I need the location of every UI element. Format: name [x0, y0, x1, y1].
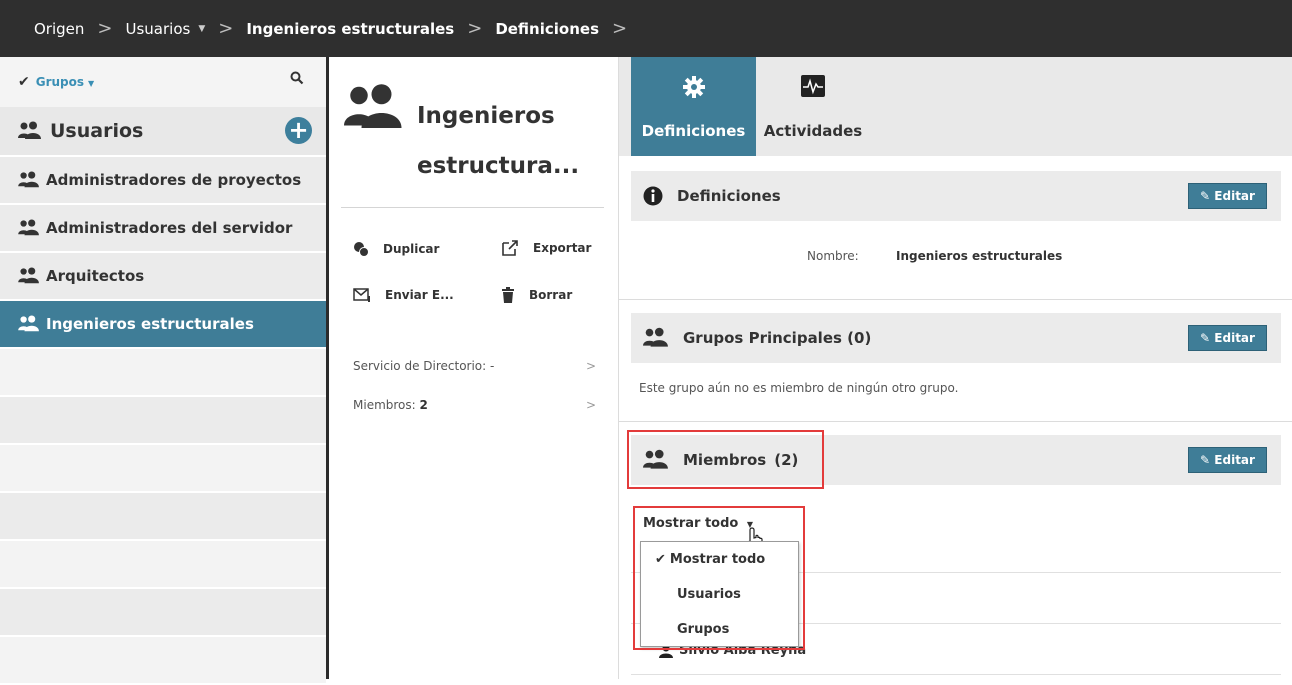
- users-group-icon: [643, 327, 668, 347]
- search-icon[interactable]: [290, 71, 304, 85]
- duplicate-label: Duplicar: [383, 242, 440, 256]
- list-empty-row: [0, 637, 326, 685]
- delete-button[interactable]: Borrar: [501, 287, 572, 303]
- highlight-members-header: [627, 430, 824, 489]
- sidebar-title: Usuarios: [50, 120, 144, 142]
- breadcrumb: Origen > Usuarios ▼ > Ingenieros estruct…: [0, 0, 1292, 57]
- list-empty-row: [0, 541, 326, 589]
- divider: [619, 299, 1292, 300]
- members-row[interactable]: Miembros: 2 >: [353, 398, 596, 412]
- breadcrumb-usuarios[interactable]: Usuarios: [126, 20, 191, 38]
- tab-label: Definiciones: [641, 122, 746, 140]
- duplicate-button[interactable]: Duplicar: [353, 241, 439, 257]
- tab-bar: Definiciones Actividades: [619, 57, 1292, 156]
- members-label: Miembros:: [353, 398, 416, 412]
- section-header: Definiciones ✎ Editar: [631, 171, 1281, 221]
- parent-groups-message: Este grupo aún no es miembro de ningún o…: [639, 381, 959, 395]
- divider: [631, 674, 1281, 675]
- group-title: Ingenieros: [417, 103, 555, 129]
- list-empty-row: [0, 349, 326, 397]
- users-group-icon: [18, 219, 39, 236]
- add-group-button[interactable]: +: [285, 117, 312, 144]
- parent-groups-section: Grupos Principales (0) ✎ Editar: [631, 313, 1281, 363]
- breadcrumb-separator: >: [467, 18, 483, 39]
- sidebar-item-label: Administradores del servidor: [46, 219, 293, 237]
- export-icon: [502, 240, 518, 256]
- trash-icon: [502, 287, 514, 303]
- export-button[interactable]: Exportar: [501, 239, 591, 257]
- section-title: Definiciones: [677, 187, 781, 205]
- group-list: Administradores de proyectos Administrad…: [0, 157, 326, 685]
- delete-label: Borrar: [529, 288, 573, 302]
- members-count: 2: [419, 398, 428, 412]
- checkmark-icon: ✔: [18, 74, 30, 90]
- list-empty-row: [0, 445, 326, 493]
- edit-definitions-button[interactable]: ✎ Editar: [1188, 183, 1267, 209]
- pencil-icon: ✎: [1200, 331, 1211, 345]
- users-group-icon: [344, 84, 402, 128]
- list-empty-row: [0, 589, 326, 637]
- send-email-button[interactable]: Enviar E...: [353, 287, 454, 303]
- info-icon: [643, 186, 663, 206]
- highlight-filter-dropdown: [633, 506, 805, 650]
- breadcrumb-group[interactable]: Ingenieros estructurales: [246, 20, 454, 38]
- pencil-icon: ✎: [1200, 189, 1211, 203]
- definitions-section: Definiciones ✎ Editar: [631, 171, 1281, 221]
- groups-filter-toggle[interactable]: ✔ Grupos ▼: [18, 74, 94, 90]
- sidebar: ✔ Grupos ▼ Usuarios + Administradores de p…: [0, 57, 326, 685]
- sidebar-item-label: Ingenieros estructurales: [46, 315, 254, 333]
- pencil-icon: ✎: [1200, 453, 1211, 467]
- chevron-right-icon: >: [585, 359, 596, 373]
- email-icon: [353, 288, 370, 302]
- section-title: Grupos Principales (0): [683, 329, 872, 347]
- edit-label: Editar: [1214, 331, 1255, 345]
- divider: [341, 207, 604, 208]
- group-title-line2: estructura...: [417, 153, 580, 179]
- edit-parent-groups-button[interactable]: ✎ Editar: [1188, 325, 1267, 351]
- users-group-icon: [18, 171, 39, 188]
- gear-icon: [682, 76, 705, 98]
- sidebar-item-arquitectos[interactable]: Arquitectos: [0, 253, 326, 301]
- tab-definiciones[interactable]: Definiciones: [631, 57, 756, 156]
- users-group-icon: [18, 315, 39, 332]
- sidebar-header: ✔ Grupos ▼: [0, 57, 326, 107]
- duplicate-icon: [354, 242, 369, 257]
- activity-icon: [801, 75, 825, 97]
- caret-down-icon[interactable]: ▼: [198, 24, 205, 34]
- edit-label: Editar: [1214, 453, 1255, 467]
- name-label: Nombre:: [807, 249, 859, 263]
- groups-toggle-label: Grupos: [35, 75, 85, 89]
- sidebar-item-label: Administradores de proyectos: [46, 171, 302, 189]
- divider: [619, 421, 1292, 422]
- group-summary-panel: Ingenieros estructura... Duplicar Export…: [329, 57, 618, 679]
- tab-actividades[interactable]: Actividades: [759, 57, 867, 156]
- sidebar-item-ingenieros-estructurales[interactable]: Ingenieros estructurales: [0, 301, 326, 349]
- list-empty-row: [0, 397, 326, 445]
- breadcrumb-definiciones[interactable]: Definiciones: [495, 20, 599, 38]
- sidebar-item-label: Arquitectos: [46, 267, 145, 285]
- breadcrumb-separator: >: [612, 18, 628, 39]
- breadcrumb-origen[interactable]: Origen: [34, 20, 84, 38]
- tab-label: Actividades: [763, 122, 863, 140]
- edit-members-button[interactable]: ✎ Editar: [1188, 447, 1267, 473]
- users-group-icon: [18, 267, 39, 284]
- breadcrumb-separator: >: [218, 18, 234, 39]
- caret-down-icon: ▼: [88, 79, 95, 88]
- sidebar-title-row: Usuarios +: [0, 107, 326, 155]
- directory-service-label: Servicio de Directorio: -: [353, 359, 495, 373]
- send-email-label: Enviar E...: [385, 288, 454, 302]
- section-header: Grupos Principales (0) ✎ Editar: [631, 313, 1281, 363]
- users-group-icon: [18, 121, 41, 139]
- sidebar-item-administradores-servidor[interactable]: Administradores del servidor: [0, 205, 326, 253]
- chevron-right-icon: >: [585, 398, 596, 412]
- export-label: Exportar: [533, 241, 592, 255]
- breadcrumb-separator: >: [97, 18, 113, 39]
- edit-label: Editar: [1214, 189, 1255, 203]
- list-empty-row: [0, 493, 326, 541]
- sidebar-item-administradores-proyectos[interactable]: Administradores de proyectos: [0, 157, 326, 205]
- name-value: Ingenieros estructurales: [896, 249, 1063, 263]
- directory-service-row[interactable]: Servicio de Directorio: - >: [353, 359, 596, 373]
